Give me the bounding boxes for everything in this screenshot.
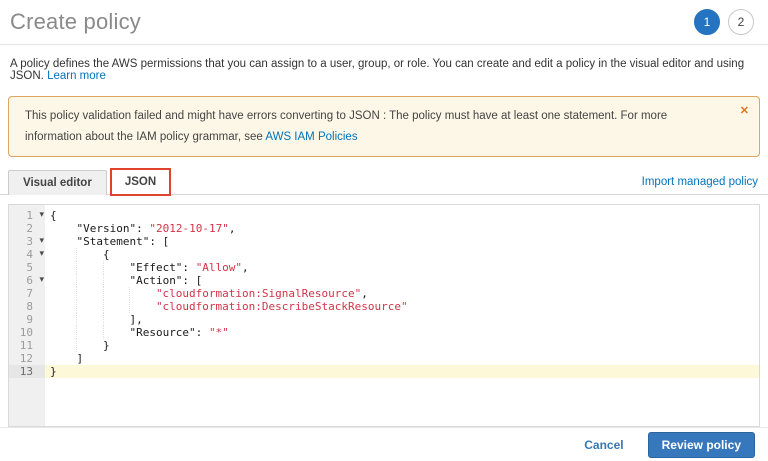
page-description: A policy defines the AWS permissions tha… (0, 45, 768, 92)
code-token: "Resource": (129, 326, 208, 339)
indent-guide (103, 287, 129, 300)
indent-guide (76, 287, 102, 300)
code-line[interactable]: { (45, 209, 759, 222)
indent-guide (103, 261, 129, 274)
code-token: , (229, 222, 236, 235)
editor-tabbar: Visual editor JSON Import managed policy (0, 168, 768, 195)
line-number: 2 (9, 222, 45, 235)
fold-toggle-icon[interactable]: ▾ (39, 274, 44, 287)
line-number: 10 (9, 326, 45, 339)
json-code-editor[interactable]: 1▾23▾4▾56▾78910111213 {"Version": "2012-… (8, 204, 760, 427)
indent-guide (50, 261, 76, 274)
code-string-token: "cloudformation:DescribeStackResource" (156, 300, 408, 313)
tab-visual-editor[interactable]: Visual editor (8, 170, 107, 195)
code-line[interactable]: { (45, 248, 759, 261)
indent-guide (103, 274, 129, 287)
code-token: "Effect": (129, 261, 195, 274)
code-line[interactable]: ], (45, 313, 759, 326)
line-number: 7 (9, 287, 45, 300)
fold-toggle-icon[interactable]: ▾ (39, 209, 44, 222)
code-token: "Statement": [ (76, 235, 169, 248)
line-number: 11 (9, 339, 45, 352)
code-line[interactable]: "Resource": "*" (45, 326, 759, 339)
indent-guide (50, 287, 76, 300)
code-token: { (103, 248, 110, 261)
alert-iam-policies-link[interactable]: AWS IAM Policies (265, 131, 357, 143)
close-icon[interactable]: ✕ (740, 102, 749, 122)
indent-guide (129, 300, 155, 313)
line-number: 4▾ (9, 248, 45, 261)
learn-more-link[interactable]: Learn more (47, 70, 106, 82)
indent-guide (103, 300, 129, 313)
line-number: 6▾ (9, 274, 45, 287)
step-indicator: 1 2 (694, 9, 754, 35)
page-title: Create policy (10, 9, 141, 35)
code-line[interactable]: "Statement": [ (45, 235, 759, 248)
step-2-badge[interactable]: 2 (728, 9, 754, 35)
code-string-token: "Allow" (196, 261, 242, 274)
code-line[interactable]: } (45, 365, 759, 378)
indent-guide (76, 300, 102, 313)
code-string-token: "2012-10-17" (149, 222, 228, 235)
indent-guide (50, 235, 76, 248)
review-policy-button[interactable]: Review policy (648, 432, 755, 458)
indent-guide (50, 300, 76, 313)
tab-json[interactable]: JSON (112, 170, 169, 194)
indent-guide (103, 326, 129, 339)
code-line[interactable]: "Action": [ (45, 274, 759, 287)
fold-toggle-icon[interactable]: ▾ (39, 248, 44, 261)
indent-guide (50, 274, 76, 287)
code-token: , (242, 261, 249, 274)
code-token: "Action": [ (129, 274, 202, 287)
description-text: A policy defines the AWS permissions tha… (10, 58, 744, 82)
indent-guide (50, 326, 76, 339)
indent-guide (76, 313, 102, 326)
step-1-badge[interactable]: 1 (694, 9, 720, 35)
code-string-token: "cloudformation:SignalResource" (156, 287, 361, 300)
import-managed-policy-link[interactable]: Import managed policy (642, 176, 758, 194)
cancel-button[interactable]: Cancel (584, 438, 623, 452)
code-token: "Version": (76, 222, 149, 235)
code-line[interactable]: } (45, 339, 759, 352)
indent-guide (50, 222, 76, 235)
line-number: 1▾ (9, 209, 45, 222)
editor-gutter: 1▾23▾4▾56▾78910111213 (9, 205, 45, 426)
code-line[interactable]: "Version": "2012-10-17", (45, 222, 759, 235)
indent-guide (129, 287, 155, 300)
code-string-token: "*" (209, 326, 229, 339)
fold-toggle-icon[interactable]: ▾ (39, 235, 44, 248)
code-line[interactable]: "Effect": "Allow", (45, 261, 759, 274)
indent-guide (50, 248, 76, 261)
page-header: Create policy 1 2 (0, 0, 768, 45)
line-number: 3▾ (9, 235, 45, 248)
code-line[interactable]: "cloudformation:DescribeStackResource" (45, 300, 759, 313)
code-token: , (361, 287, 368, 300)
indent-guide (76, 261, 102, 274)
indent-guide (76, 274, 102, 287)
indent-guide (50, 352, 76, 365)
indent-guide (50, 313, 76, 326)
line-number: 12 (9, 352, 45, 365)
code-line[interactable]: "cloudformation:SignalResource", (45, 287, 759, 300)
line-number: 13 (9, 365, 45, 378)
validation-alert: This policy validation failed and might … (8, 96, 760, 157)
code-token: { (50, 209, 57, 222)
indent-guide (76, 326, 102, 339)
indent-guide (76, 339, 102, 352)
code-token: ], (129, 313, 142, 326)
code-token: } (50, 365, 57, 378)
line-number: 5 (9, 261, 45, 274)
code-token: } (103, 339, 110, 352)
annotation-box-json-tab: JSON (110, 168, 171, 196)
code-line[interactable]: ] (45, 352, 759, 365)
line-number: 8 (9, 300, 45, 313)
editor-code[interactable]: {"Version": "2012-10-17","Statement": [{… (45, 205, 759, 378)
indent-guide (103, 313, 129, 326)
line-number: 9 (9, 313, 45, 326)
code-token: ] (76, 352, 83, 365)
indent-guide (50, 339, 76, 352)
footer-bar: Cancel Review policy (0, 427, 768, 461)
indent-guide (76, 248, 102, 261)
